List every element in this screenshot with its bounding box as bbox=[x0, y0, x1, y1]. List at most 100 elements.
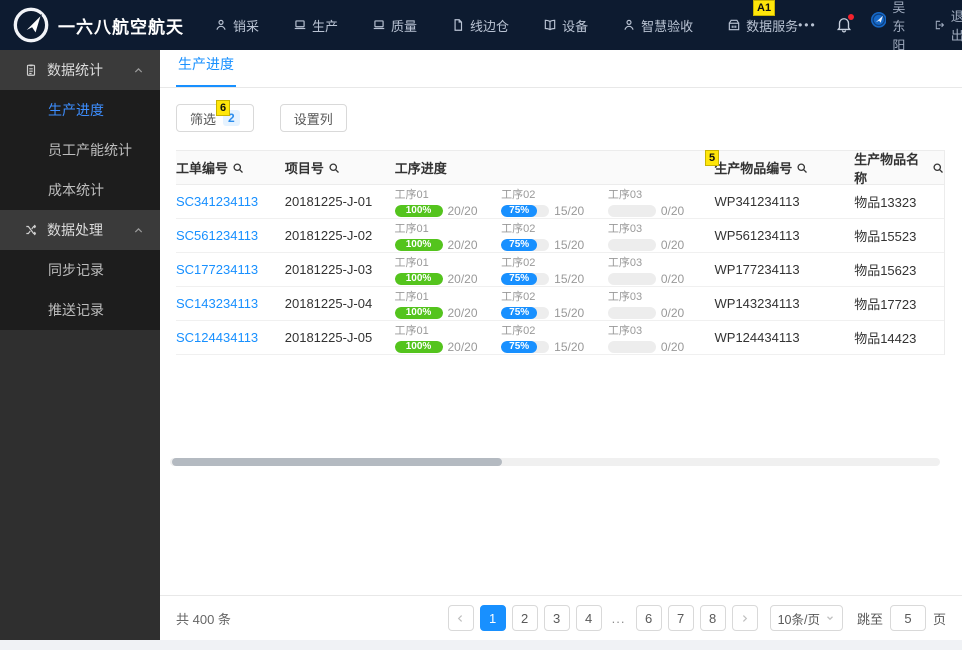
user-icon bbox=[622, 18, 636, 32]
nav-item-label: 线边仓 bbox=[470, 18, 510, 34]
nav-item-6[interactable]: 智慧验收 bbox=[622, 16, 693, 35]
sidebar-item-员工产能统计[interactable]: 员工产能统计 bbox=[0, 130, 160, 170]
item-number-cell: WP143234113 bbox=[714, 296, 800, 311]
pager-page-1[interactable]: 1 bbox=[479, 605, 506, 631]
chevron-up-icon bbox=[133, 225, 144, 236]
more-menu-icon[interactable]: ••• bbox=[798, 18, 817, 32]
column-settings-button[interactable]: 设置列 bbox=[279, 104, 347, 132]
pager-prev-button[interactable] bbox=[447, 605, 474, 631]
sidebar-item-同步记录[interactable]: 同步记录 bbox=[0, 250, 160, 290]
search-icon[interactable] bbox=[932, 162, 944, 174]
sidebar-item-生产进度[interactable]: 生产进度 bbox=[0, 90, 160, 130]
column-header-2: 项目号 bbox=[285, 158, 395, 177]
progress-count: 15/20 bbox=[554, 305, 585, 320]
book-icon bbox=[543, 18, 557, 32]
company-logo-icon bbox=[12, 6, 50, 44]
jump-page-input[interactable] bbox=[889, 605, 926, 631]
item-number-cell: WP124434113 bbox=[714, 330, 800, 345]
sidebar-group-2[interactable]: 数据处理 bbox=[0, 210, 160, 250]
process-line: 100% 20/20 bbox=[394, 204, 502, 218]
column-header-5: 生产物品名称 bbox=[854, 149, 944, 187]
pager-next-button[interactable] bbox=[731, 605, 758, 631]
progress-count: 15/20 bbox=[554, 237, 585, 252]
pager-page-2[interactable]: 2 bbox=[511, 605, 538, 631]
nav-item-5[interactable]: 设备 bbox=[543, 16, 588, 35]
nav-item-label: 设备 bbox=[562, 18, 589, 34]
scrollbar-thumb[interactable] bbox=[172, 458, 502, 466]
nav-item-1[interactable]: 销采 bbox=[214, 16, 259, 35]
pager-page-7[interactable]: 7 bbox=[667, 605, 694, 631]
progress-count: 15/20 bbox=[554, 203, 585, 218]
process-line: 75% 15/20 bbox=[501, 204, 608, 218]
pager-page-8[interactable]: 8 bbox=[699, 605, 726, 631]
pager-ellipsis: ... bbox=[611, 610, 626, 626]
process-group: 工序01 100% 20/20 bbox=[394, 186, 502, 218]
nav-item-label: 智慧验收 bbox=[641, 18, 694, 34]
table-row: SC561234113 20181225-J-02 工序01 100% 20/20 工序0… bbox=[176, 219, 944, 253]
page-size-select[interactable]: 10条/页 bbox=[769, 605, 843, 631]
process-label: 工序01 bbox=[394, 256, 429, 269]
sidebar-item-label: 成本统计 bbox=[48, 182, 104, 198]
column-header-4: 生产物品编号 bbox=[714, 158, 854, 177]
work-order-link[interactable]: SC561234113 bbox=[176, 228, 258, 243]
logout-button[interactable]: 退出 bbox=[934, 6, 962, 44]
filter-button[interactable]: 筛选 2 bbox=[176, 104, 254, 132]
horizontal-scrollbar[interactable] bbox=[170, 458, 940, 466]
column-header-label: 工序进度 bbox=[394, 161, 447, 176]
search-icon[interactable] bbox=[232, 162, 244, 174]
logout-label: 退出 bbox=[950, 9, 962, 43]
process-label: 工序03 bbox=[607, 290, 643, 303]
work-order-link[interactable]: SC177234113 bbox=[176, 262, 258, 277]
nav-item-4[interactable]: 线边仓 bbox=[451, 16, 509, 35]
process-group: 工序03 0/20 bbox=[607, 220, 715, 252]
user-menu[interactable]: 吴东阳 bbox=[870, 0, 916, 54]
column-header-3: 工序进度 bbox=[395, 158, 715, 177]
work-order-link[interactable]: SC124434113 bbox=[176, 330, 258, 345]
sidebar-item-成本统计[interactable]: 成本统计 bbox=[0, 170, 160, 210]
column-header-label: 生产物品名称 bbox=[854, 151, 920, 186]
pager-page-6[interactable]: 6 bbox=[635, 605, 662, 631]
work-order-cell: SC143234113 bbox=[176, 296, 285, 311]
process-group: 工序02 75% 15/20 bbox=[501, 220, 608, 252]
process-line: 100% 20/20 bbox=[394, 272, 502, 286]
progress-count: 0/20 bbox=[660, 203, 685, 218]
progress-count: 0/20 bbox=[660, 305, 685, 320]
process-group: 工序03 0/20 bbox=[607, 186, 715, 218]
work-order-link[interactable]: SC341234113 bbox=[176, 194, 258, 209]
process-label: 工序02 bbox=[501, 324, 536, 337]
progress-bar bbox=[607, 204, 656, 217]
user-name: 吴东阳 bbox=[892, 0, 906, 53]
pager-page-3[interactable]: 3 bbox=[543, 605, 570, 631]
jump-to-page: 跳至 页 bbox=[857, 605, 946, 631]
work-order-cell: SC124434113 bbox=[176, 330, 285, 345]
logout-icon bbox=[935, 20, 944, 30]
progress-fill: 100% bbox=[394, 306, 443, 319]
laptop-icon bbox=[293, 18, 307, 32]
progress-fill: 75% bbox=[501, 306, 538, 319]
item-name-cell: 物品15623 bbox=[854, 263, 917, 278]
nav-item-3[interactable]: 质量 bbox=[372, 16, 417, 35]
sidebar-group-1[interactable]: 数据统计 bbox=[0, 50, 160, 90]
total-count: 共 400 条 bbox=[176, 611, 231, 627]
avatar bbox=[870, 12, 887, 38]
notification-bell-icon[interactable] bbox=[835, 14, 854, 35]
process-group: 工序01 100% 20/20 bbox=[394, 220, 502, 252]
process-line: 0/20 bbox=[607, 203, 715, 218]
search-icon[interactable] bbox=[796, 162, 808, 174]
work-order-link[interactable]: SC143234113 bbox=[176, 296, 258, 311]
nav-item-2[interactable]: 生产 bbox=[293, 16, 338, 35]
project-cell: 20181225-J-02 bbox=[284, 228, 373, 243]
search-icon[interactable] bbox=[328, 162, 340, 174]
progress-bar: 100% bbox=[394, 340, 443, 353]
pager-page-4[interactable]: 4 bbox=[575, 605, 602, 631]
tab-production-progress[interactable]: 生产进度 bbox=[176, 54, 236, 87]
process-group: 工序02 75% 15/20 bbox=[501, 322, 608, 354]
sidebar-item-label: 生产进度 bbox=[48, 102, 104, 118]
sidebar-item-label: 推送记录 bbox=[48, 302, 104, 318]
process-line: 100% 20/20 bbox=[394, 340, 502, 354]
sidebar-item-推送记录[interactable]: 推送记录 bbox=[0, 290, 160, 330]
nav-menu: 销采 生产 质量 线边仓 设备 智慧验收 数据服务 bbox=[214, 16, 798, 35]
nav-item-7[interactable]: 数据服务 bbox=[727, 16, 798, 35]
user-icon bbox=[214, 18, 228, 32]
sidebar-group-items: 生产进度员工产能统计成本统计 bbox=[0, 90, 160, 210]
